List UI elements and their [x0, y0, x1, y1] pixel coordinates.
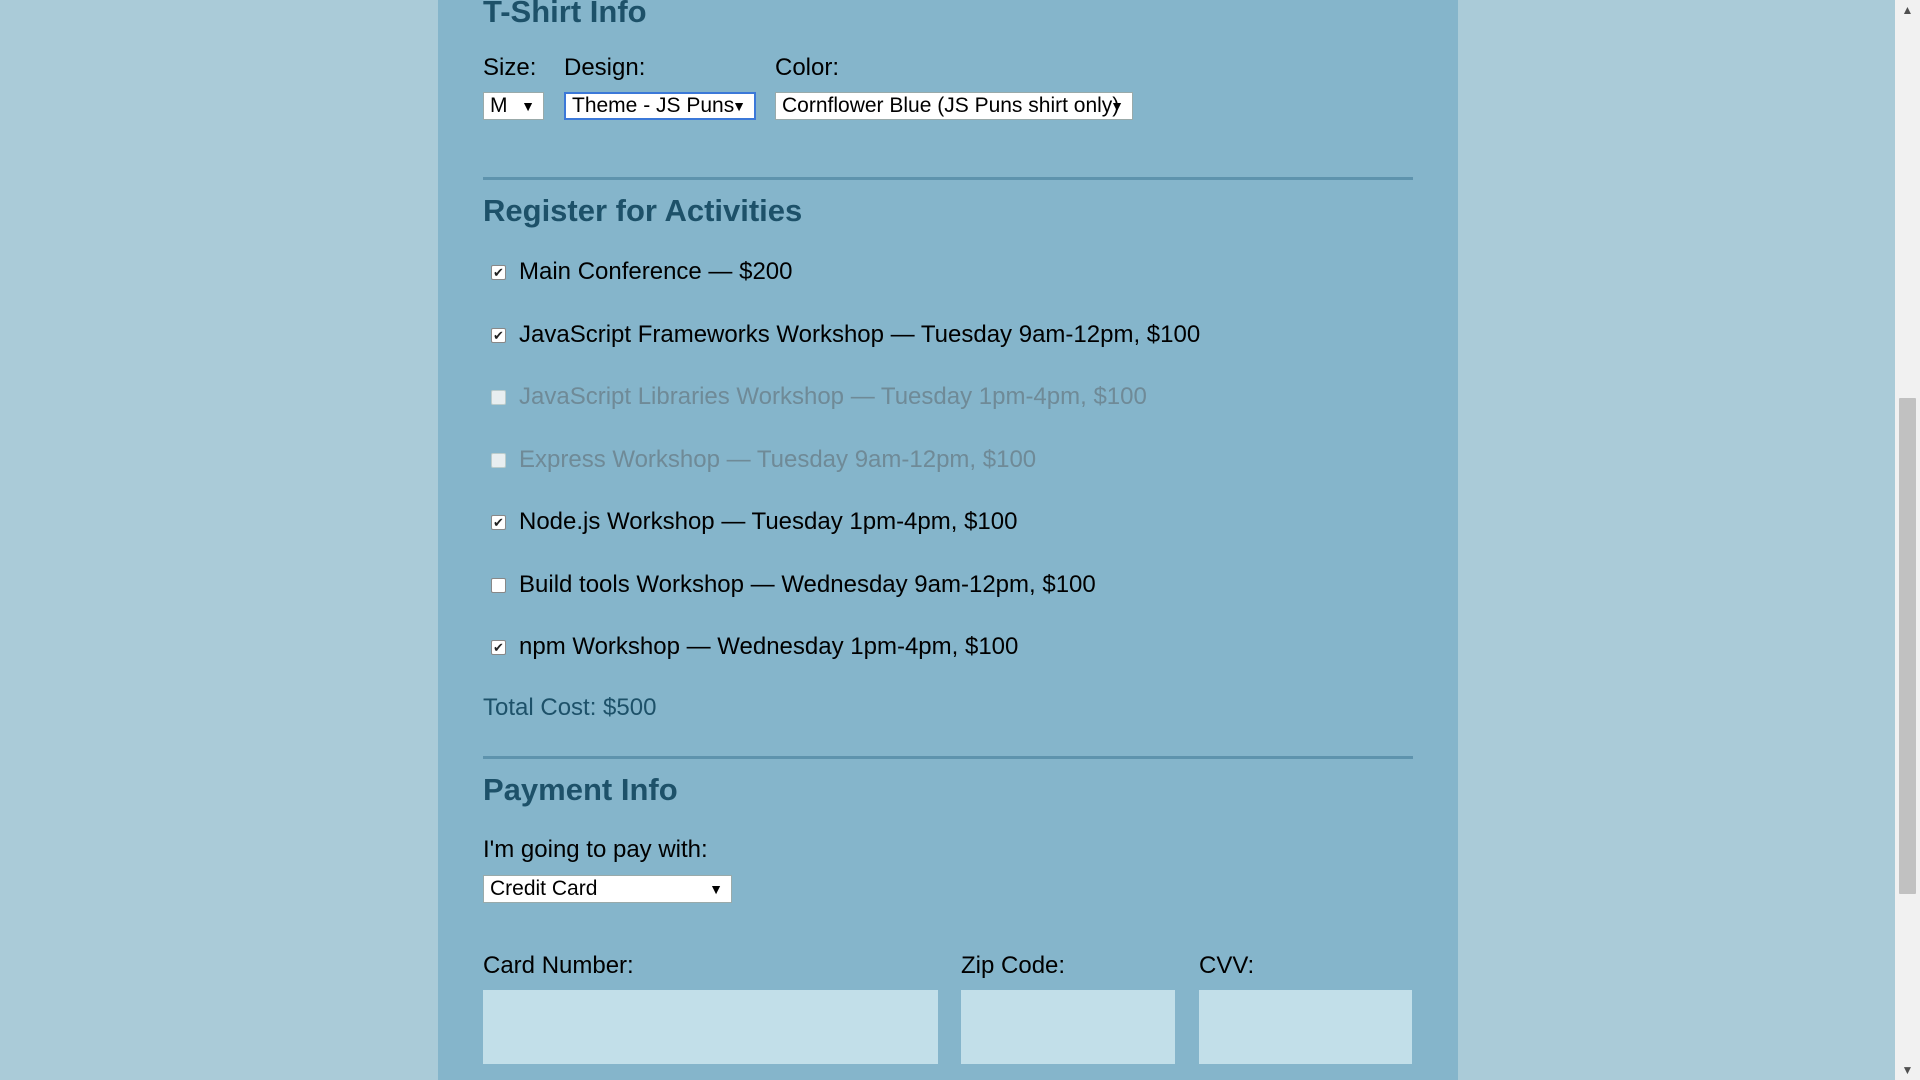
cvv-label: CVV:: [1199, 952, 1255, 979]
size-select-value: M: [490, 94, 508, 117]
card-number-input[interactable]: [483, 990, 938, 1064]
payment-method-value: Credit Card: [490, 877, 598, 900]
activity-checkbox[interactable]: ✔: [491, 640, 506, 655]
activity-label: Node.js Workshop — Tuesday 1pm-4pm, $100: [519, 508, 1018, 535]
activity-checkbox: [491, 453, 506, 468]
activity-checkbox: [491, 390, 506, 405]
payment-method-label: I'm going to pay with:: [483, 836, 708, 863]
zip-code-input[interactable]: [961, 990, 1175, 1064]
section-divider: [483, 756, 1413, 759]
activity-checkbox[interactable]: ✔: [491, 265, 506, 280]
design-select[interactable]: Theme - JS Puns ▼: [564, 92, 756, 120]
color-label: Color:: [775, 54, 840, 81]
activity-label: Express Workshop — Tuesday 9am-12pm, $10…: [519, 446, 1037, 473]
size-label: Size:: [483, 54, 537, 81]
activity-checkbox[interactable]: ✔: [491, 515, 506, 530]
section-divider: [483, 177, 1413, 180]
size-select[interactable]: M ▼: [483, 92, 544, 120]
scroll-down-icon[interactable]: ▼: [1895, 1060, 1920, 1080]
tshirt-heading: T-Shirt Info: [483, 0, 647, 29]
chevron-down-icon: ▼: [521, 98, 535, 114]
activity-label: JavaScript Frameworks Workshop — Tuesday…: [519, 321, 1201, 348]
activity-checkbox[interactable]: ✔: [491, 328, 506, 343]
chevron-down-icon: ▼: [709, 881, 723, 897]
design-select-value: Theme - JS Puns: [572, 94, 735, 117]
activity-label: npm Workshop — Wednesday 1pm-4pm, $100: [519, 633, 1019, 660]
scroll-up-icon[interactable]: ▲: [1895, 0, 1920, 20]
activity-label: Main Conference — $200: [519, 258, 793, 285]
payment-heading: Payment Info: [483, 772, 678, 807]
chevron-down-icon: ▼: [1110, 98, 1124, 114]
vertical-scrollbar[interactable]: ▲ ▼: [1895, 0, 1920, 1080]
design-label: Design:: [564, 54, 646, 81]
form-panel: T-Shirt Info Size: M ▼ Design: Theme - J…: [438, 0, 1458, 1080]
chevron-down-icon: ▼: [732, 98, 746, 114]
activity-label: Build tools Workshop — Wednesday 9am-12p…: [519, 571, 1096, 598]
activity-checkbox[interactable]: [491, 578, 506, 593]
scrollbar-thumb[interactable]: [1899, 398, 1916, 894]
color-select[interactable]: Cornflower Blue (JS Puns shirt only) ▼: [775, 92, 1133, 120]
card-number-label: Card Number:: [483, 952, 634, 979]
zip-code-label: Zip Code:: [961, 952, 1066, 979]
total-cost: Total Cost: $500: [483, 694, 657, 721]
cvv-input[interactable]: [1199, 990, 1412, 1064]
color-select-value: Cornflower Blue (JS Puns shirt only): [782, 94, 1120, 117]
activity-label: JavaScript Libraries Workshop — Tuesday …: [519, 383, 1147, 410]
payment-method-select[interactable]: Credit Card ▼: [483, 875, 732, 903]
activities-heading: Register for Activities: [483, 193, 803, 228]
